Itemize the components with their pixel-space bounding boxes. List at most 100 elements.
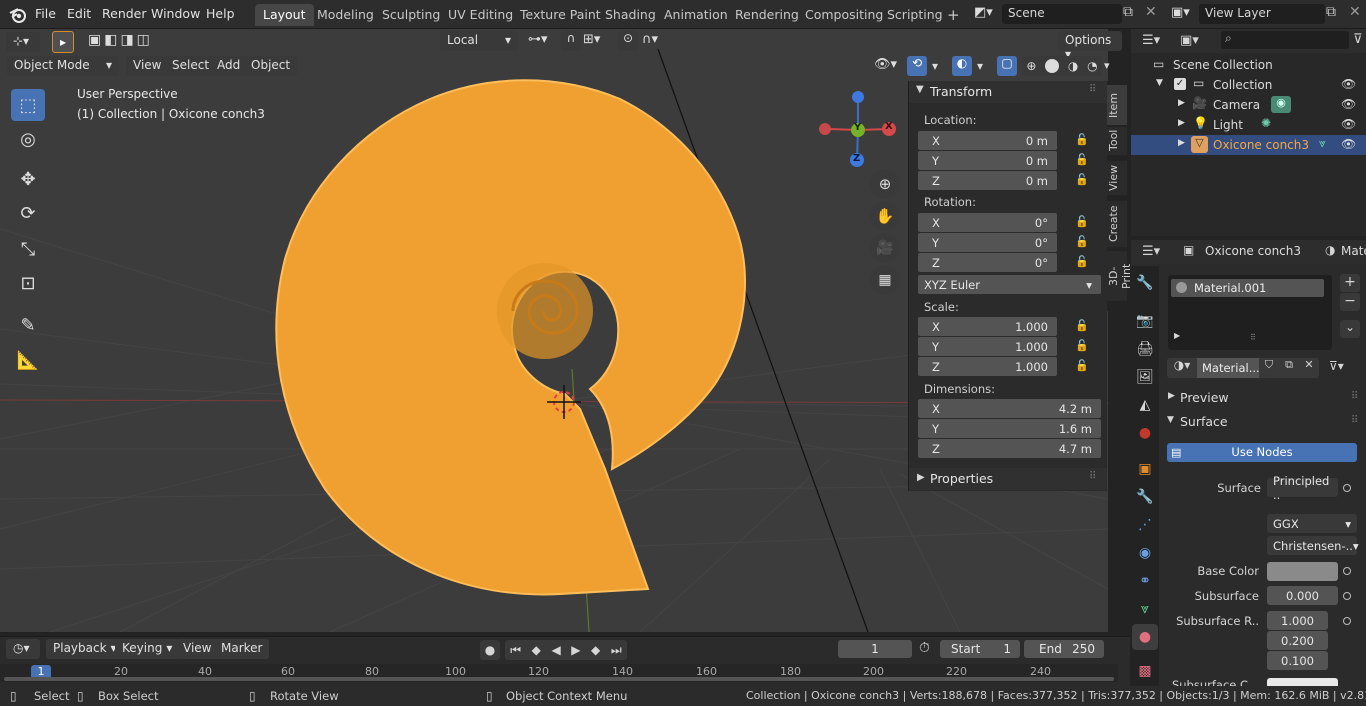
material-tab-icon[interactable]: ● — [1132, 624, 1158, 650]
add-workspace-button[interactable]: + — [939, 3, 968, 25]
dimensions-z-field[interactable]: Z 4.7 m — [918, 439, 1101, 458]
visibility-icon[interactable]: 👁▾ — [874, 57, 897, 72]
frame-ruler[interactable]: 1 20 40 60 80 100 120 140 160 180 200 22… — [0, 664, 1118, 682]
solid-shading-icon[interactable] — [1045, 59, 1060, 73]
menu-file[interactable]: File — [35, 6, 56, 21]
xray-icon[interactable]: ▢ — [997, 56, 1017, 76]
preview-panel-header[interactable]: ▶ Preview ⠿ — [1161, 388, 1366, 408]
rotate-tool-icon[interactable]: ⟳ — [11, 197, 45, 229]
duplicate-icon[interactable]: ⧉ — [1279, 358, 1299, 378]
expand-arrow-icon[interactable]: ▼ — [1156, 78, 1163, 88]
transform-tool-icon[interactable]: ⊡ — [11, 267, 45, 299]
drag-handle-icon[interactable]: ⠿ — [1089, 471, 1096, 482]
copy-scene-icon[interactable]: ⧉ — [1123, 4, 1133, 20]
subsurface-field[interactable]: 0.000 — [1267, 586, 1338, 605]
tab-animation[interactable]: Animation — [656, 4, 736, 26]
close-scene-icon[interactable]: ✕ — [1145, 4, 1157, 20]
menu-help[interactable]: Help — [206, 6, 235, 21]
add-slot-button[interactable]: + — [1340, 274, 1360, 292]
lock-icon[interactable]: 🔓 — [1075, 235, 1089, 248]
drag-handle-icon[interactable]: ⠿ — [1351, 415, 1358, 426]
expand-arrow-icon[interactable]: ▶ — [1174, 331, 1180, 340]
gizmo-x-label[interactable]: X — [885, 121, 893, 132]
collection-row[interactable]: ▼ ✓ ▭ Collection 👁 — [1131, 75, 1366, 95]
expand-arrow-icon[interactable]: ▶ — [1178, 118, 1185, 128]
remove-slot-button[interactable]: − — [1340, 293, 1360, 311]
material-selector[interactable]: ◑▾ Material... ⛉ ⧉ ✕ — [1167, 358, 1327, 378]
location-y-field[interactable]: Y 0 m — [918, 151, 1057, 170]
socket-dot-icon[interactable] — [1343, 484, 1351, 492]
lock-icon[interactable]: 🔓 — [1075, 359, 1089, 372]
scene-tab-icon[interactable]: ◭ — [1132, 392, 1158, 418]
tool-tab-icon[interactable]: 🔧 — [1132, 270, 1158, 296]
socket-dot-icon[interactable] — [1343, 592, 1351, 600]
distribution-dropdown[interactable]: GGX ▾ — [1267, 514, 1357, 533]
lock-icon[interactable]: 🔓 — [1075, 173, 1089, 186]
properties-panel-header[interactable]: ▶ Properties ⠿ — [909, 468, 1107, 490]
select-mode-icon[interactable]: ▸ — [52, 31, 74, 53]
gizmo-y-label[interactable]: Y — [854, 122, 861, 133]
start-frame-field[interactable]: Start 1 — [940, 640, 1020, 658]
play-reverse-icon[interactable]: ◀ — [551, 643, 560, 657]
tab-item[interactable]: Item — [1107, 85, 1127, 125]
display-mode-icon[interactable]: ▣▾ — [1180, 33, 1199, 48]
data-tab-icon[interactable]: ⩔ — [1132, 596, 1158, 622]
lock-icon[interactable]: 🔓 — [1075, 339, 1089, 352]
tab-sculpting[interactable]: Sculpting — [374, 4, 448, 26]
snap-target-icon[interactable]: ⊞▾ — [583, 32, 600, 47]
camera-view-icon[interactable]: 🎥 — [870, 233, 900, 263]
lock-icon[interactable]: 🔓 — [1075, 215, 1089, 228]
wireframe-shading-icon[interactable]: ⊕ — [1026, 59, 1036, 73]
surface-panel-header[interactable]: ▼ Surface ⠿ — [1161, 412, 1366, 432]
tab-compositing[interactable]: Compositing — [797, 4, 891, 26]
view-layer-selector[interactable]: ▣▾ View Layer ⧉ ✕ — [1169, 4, 1366, 24]
socket-dot-icon[interactable] — [1343, 567, 1351, 575]
view-layer-name[interactable]: View Layer — [1205, 6, 1271, 20]
scale-x-field[interactable]: X 1.000 — [918, 317, 1057, 336]
menu-view[interactable]: View — [126, 56, 169, 76]
select-tool-icon[interactable]: ⬚ — [11, 89, 45, 121]
editor-type-icon[interactable]: ☰▾ — [1142, 244, 1160, 259]
filter-icon[interactable]: ⊽ — [1353, 32, 1363, 47]
chevron-down-icon[interactable]: ▾ — [1104, 59, 1110, 72]
lock-icon[interactable]: 🔓 — [1075, 133, 1089, 146]
checkbox-icon[interactable]: ✓ — [1174, 78, 1186, 90]
timeline-scrollbar[interactable] — [4, 677, 1114, 681]
mesh-data-icon[interactable]: ⩔ — [1319, 136, 1326, 151]
mode-dropdown[interactable]: Object Mode ▾ — [7, 56, 119, 76]
editor-type-button[interactable]: ◷▾ — [6, 639, 40, 659]
camera-row[interactable]: ▶ 🎥 Camera ◉ 👁 — [1131, 95, 1366, 115]
rotation-z-field[interactable]: Z 0° — [918, 253, 1057, 272]
eye-icon[interactable]: 👁 — [1341, 77, 1356, 91]
eye-icon[interactable]: 👁 — [1341, 97, 1356, 111]
tab-view[interactable]: View — [1107, 161, 1127, 195]
current-frame-field[interactable]: 1 — [838, 640, 912, 658]
subsurface-radius-z-field[interactable]: 0.100 — [1267, 651, 1328, 670]
close-view-layer-icon[interactable]: ✕ — [1349, 4, 1361, 20]
location-z-field[interactable]: Z 0 m — [918, 171, 1057, 190]
world-tab-icon[interactable]: ● — [1132, 420, 1158, 446]
use-nodes-button[interactable]: ▤ Use Nodes — [1167, 443, 1357, 462]
output-tab-icon[interactable]: 🖨 — [1132, 336, 1158, 362]
base-color-swatch[interactable] — [1267, 562, 1338, 581]
slot-specials-button[interactable]: ⌄ — [1340, 320, 1360, 338]
location-x-field[interactable]: X 0 m — [918, 131, 1057, 150]
physics-tab-icon[interactable]: ◉ — [1132, 540, 1158, 566]
jump-end-icon[interactable]: ⏭ — [611, 643, 622, 658]
measure-tool-icon[interactable]: 📐 — [11, 344, 45, 376]
options-dropdown[interactable]: Options ▾ — [1058, 31, 1122, 61]
next-keyframe-icon[interactable]: ◆ — [591, 643, 600, 657]
keying-menu[interactable]: Keying ▾ — [115, 639, 180, 659]
outliner-search-input[interactable]: ⌕ — [1221, 31, 1349, 49]
gizmo-toggle-icon[interactable]: ⟲ — [907, 56, 927, 76]
editor-type-icon[interactable]: ☰▾ — [1142, 33, 1160, 48]
copy-view-layer-icon[interactable]: ⧉ — [1326, 4, 1336, 20]
constraints-tab-icon[interactable]: ⚭ — [1132, 568, 1158, 594]
cursor-tool-icon[interactable]: ◎ — [11, 123, 45, 155]
menu-select[interactable]: Select — [165, 56, 217, 76]
drag-handle-icon[interactable]: ⠿ — [1089, 84, 1096, 95]
material-name-field[interactable]: Material... — [1197, 358, 1260, 378]
material-shading-icon[interactable]: ◑ — [1068, 59, 1078, 73]
pivot-icon[interactable]: ⊶▾ — [528, 32, 548, 47]
playback-menu[interactable]: Playback ▾ — [46, 639, 124, 659]
